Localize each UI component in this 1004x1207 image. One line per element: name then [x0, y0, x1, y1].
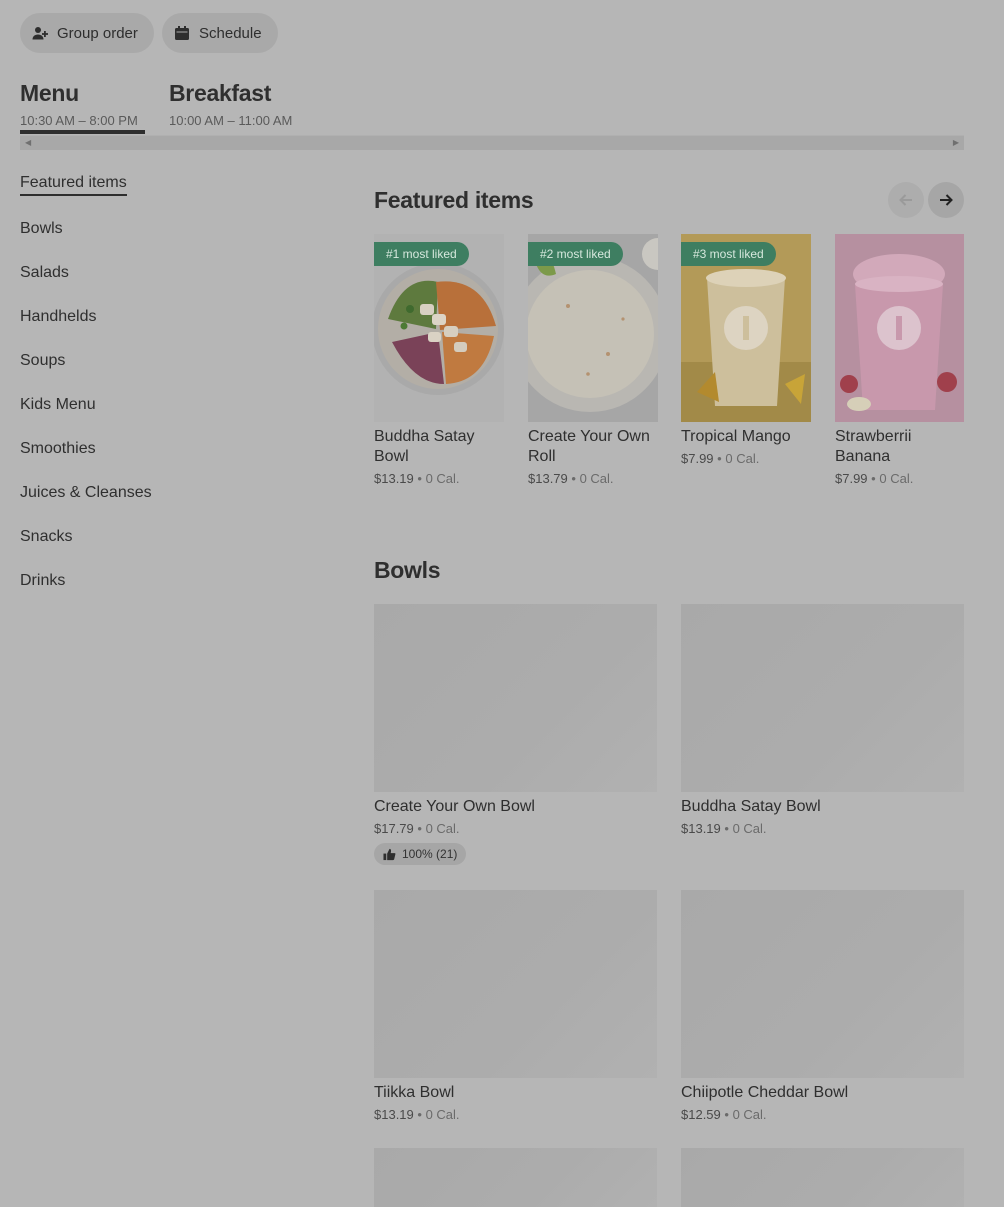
menu-tab-breakfast[interactable]: Breakfast 10:00 AM – 11:00 AM	[169, 80, 292, 128]
sidebar-item-snacks[interactable]: Snacks	[20, 528, 72, 546]
item-photo-placeholder	[681, 1148, 964, 1207]
active-tab-indicator	[20, 130, 145, 134]
menu-tab-menu[interactable]: Menu 10:30 AM – 8:00 PM	[20, 80, 138, 128]
item-calories: 0 Cal.	[732, 1107, 767, 1122]
featured-item-card[interactable]: #2 most liked Create Your Own Roll $13.7…	[528, 234, 658, 486]
menu-item-card[interactable]: Chiipotle Cheddar Bowl $12.59 • 0 Cal.	[681, 890, 964, 1122]
item-calories: 0 Cal.	[725, 451, 760, 466]
item-price-row: $17.79 • 0 Cal.	[374, 821, 657, 836]
group-order-button[interactable]: Group order	[20, 13, 154, 53]
scroll-left-icon[interactable]: ◀	[25, 139, 31, 147]
arrow-left-icon	[897, 191, 915, 209]
menu-tab-hours: 10:00 AM – 11:00 AM	[169, 113, 293, 128]
item-photo-placeholder	[681, 890, 964, 1078]
item-price-row: $13.19 • 0 Cal.	[374, 471, 504, 486]
item-photo: #1 most liked	[374, 234, 504, 422]
group-order-label: Group order	[57, 24, 138, 42]
item-price: $13.79	[528, 471, 568, 486]
item-price: $7.99	[681, 451, 714, 466]
item-calories: 0 Cal.	[579, 471, 614, 486]
featured-item-card[interactable]: #1 most liked Buddha Satay Bowl $13.19 •…	[374, 234, 504, 486]
item-price-row: $13.19 • 0 Cal.	[681, 821, 964, 836]
separator: •	[717, 451, 722, 466]
item-photo-placeholder	[374, 1148, 657, 1207]
carousel-next-button[interactable]	[928, 182, 964, 218]
menu-tab-title: Menu	[20, 80, 79, 106]
sidebar-item-soups[interactable]: Soups	[20, 352, 65, 370]
sidebar-item-drinks[interactable]: Drinks	[20, 572, 65, 590]
item-name: Buddha Satay Bowl	[374, 428, 475, 465]
carousel-prev-button[interactable]	[888, 182, 924, 218]
schedule-button[interactable]: Schedule	[162, 13, 278, 53]
item-price-row: $13.19 • 0 Cal.	[374, 1107, 657, 1122]
item-price-row: $12.59 • 0 Cal.	[681, 1107, 964, 1122]
item-photo-placeholder	[681, 604, 964, 792]
sidebar-item-kids-menu[interactable]: Kids Menu	[20, 396, 96, 414]
item-price-row: $7.99 • 0 Cal.	[835, 471, 964, 486]
rating-badge: 100% (21)	[374, 843, 467, 865]
featured-items-heading: Featured items	[374, 187, 534, 213]
item-photo-placeholder	[374, 890, 657, 1078]
item-price: $13.19	[374, 1107, 414, 1122]
item-calories: 0 Cal.	[425, 821, 460, 836]
thumbs-up-icon	[383, 848, 396, 861]
item-name: Create Your Own Bowl	[374, 798, 535, 815]
item-calories: 0 Cal.	[732, 821, 767, 836]
item-calories: 0 Cal.	[425, 471, 460, 486]
item-photo	[835, 234, 964, 422]
calendar-icon	[174, 25, 190, 41]
menu-item-card[interactable]: Tiikka Bowl $13.19 • 0 Cal.	[374, 890, 657, 1122]
item-price: $13.19	[374, 471, 414, 486]
item-price: $7.99	[835, 471, 868, 486]
separator: •	[417, 471, 422, 486]
sidebar-item-salads[interactable]: Salads	[20, 264, 69, 282]
item-price-row: $13.79 • 0 Cal.	[528, 471, 658, 486]
item-price: $13.19	[681, 821, 721, 836]
sidebar-item-smoothies[interactable]: Smoothies	[20, 440, 96, 458]
add-person-icon	[32, 25, 48, 41]
scroll-right-icon[interactable]: ▶	[953, 139, 959, 147]
item-photo: #3 most liked	[681, 234, 811, 422]
most-liked-badge: #2 most liked	[528, 242, 623, 266]
schedule-label: Schedule	[199, 24, 262, 42]
bowls-heading: Bowls	[374, 557, 441, 583]
separator: •	[417, 821, 422, 836]
separator: •	[724, 821, 729, 836]
separator: •	[417, 1107, 422, 1122]
item-name: Buddha Satay Bowl	[681, 798, 821, 815]
rating-text: 100% (21)	[402, 847, 458, 861]
item-name: Tiikka Bowl	[374, 1084, 455, 1101]
item-name: Chiipotle Cheddar Bowl	[681, 1084, 849, 1101]
sidebar-item-handhelds[interactable]: Handhelds	[20, 308, 97, 326]
menu-item-card[interactable]	[681, 1148, 964, 1207]
sidebar-item-juices-cleanses[interactable]: Juices & Cleanses	[20, 484, 152, 502]
featured-item-card[interactable]: #3 most liked Tropical Mango $7.99 • 0 C…	[681, 234, 811, 466]
separator: •	[571, 471, 576, 486]
sidebar-item-bowls[interactable]: Bowls	[20, 220, 63, 238]
item-calories: 0 Cal.	[425, 1107, 460, 1122]
sidebar-item-featured-items[interactable]: Featured items	[20, 174, 127, 196]
menu-tabs-scrollbar[interactable]: ◀ ▶	[20, 135, 964, 150]
item-price-row: $7.99 • 0 Cal.	[681, 451, 811, 466]
featured-item-card[interactable]: Strawberrii Banana $7.99 • 0 Cal.	[835, 234, 964, 486]
item-name: Strawberrii Banana	[835, 428, 912, 465]
item-photo-placeholder	[374, 604, 657, 792]
most-liked-badge: #1 most liked	[374, 242, 469, 266]
arrow-right-icon	[937, 191, 955, 209]
menu-tab-hours: 10:30 AM – 8:00 PM	[20, 113, 138, 128]
item-price: $12.59	[681, 1107, 721, 1122]
menu-item-card[interactable]	[374, 1148, 657, 1207]
most-liked-badge: #3 most liked	[681, 242, 776, 266]
menu-item-card[interactable]: Buddha Satay Bowl $13.19 • 0 Cal.	[681, 604, 964, 836]
separator: •	[871, 471, 876, 486]
item-name: Tropical Mango	[681, 428, 791, 445]
separator: •	[724, 1107, 729, 1122]
item-photo: #2 most liked	[528, 234, 658, 422]
menu-tab-title: Breakfast	[169, 80, 272, 106]
item-calories: 0 Cal.	[879, 471, 914, 486]
item-name: Create Your Own Roll	[528, 428, 650, 465]
menu-item-card[interactable]: Create Your Own Bowl $17.79 • 0 Cal. 100…	[374, 604, 657, 866]
item-price: $17.79	[374, 821, 414, 836]
